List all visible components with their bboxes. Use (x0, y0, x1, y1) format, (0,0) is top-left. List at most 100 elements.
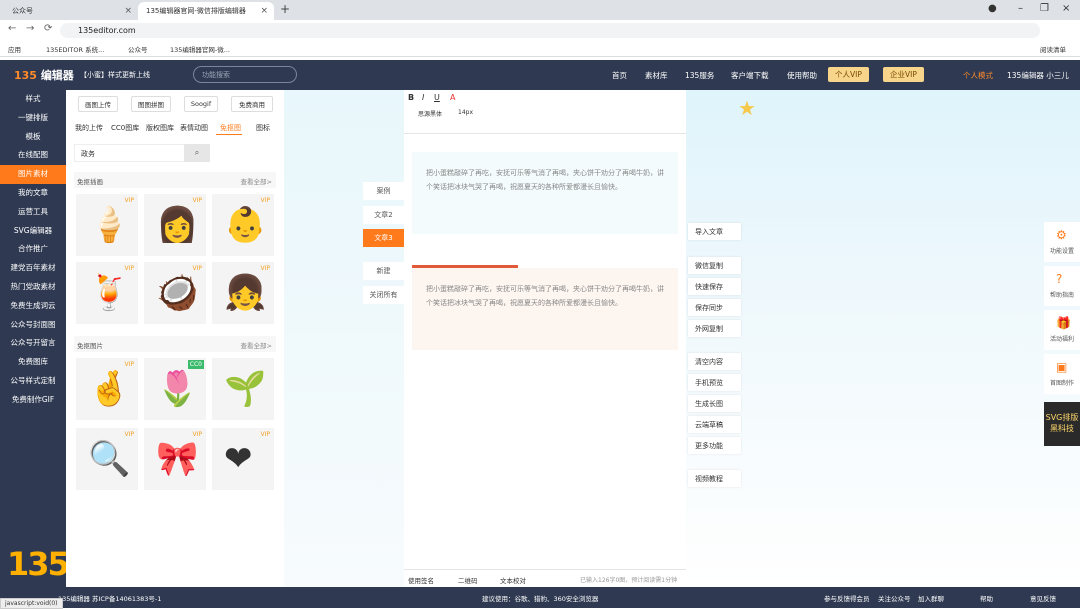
soogif-button[interactable]: Soogif (184, 96, 218, 112)
feature-search-input[interactable]: 功能搜索 (193, 66, 297, 83)
sidebar-item[interactable]: 一键排版 (0, 109, 66, 128)
cover-maker[interactable]: ▣ 首图制作 (1044, 354, 1080, 394)
back-icon[interactable]: ← (8, 23, 16, 34)
search-icon[interactable]: ⌕ (184, 144, 210, 162)
external-copy-button[interactable]: 外网复制 (688, 320, 741, 337)
text-block-2[interactable]: 把小蛋糕敲碎了再吃，安抚可乐等气消了再喝，夹心饼干劝分了再喝牛奶，讲个笑话把冰块… (412, 268, 678, 350)
nav-help[interactable]: 使用帮助 (787, 70, 817, 81)
image-tile[interactable]: 🌷 CC0 (144, 358, 206, 420)
clear-content-button[interactable]: 清空内容 (688, 353, 741, 370)
tab-my-upload[interactable]: 我的上传 (75, 123, 103, 133)
sidebar-item[interactable]: 公号样式定制 (0, 372, 66, 391)
help-guide[interactable]: ? 帮助指南 (1044, 266, 1080, 306)
svg-ad-banner[interactable]: SVG排版 黑科技 (1044, 402, 1080, 446)
more-functions-button[interactable]: 更多功能 (688, 437, 741, 454)
nav-home[interactable]: 首页 (612, 70, 627, 81)
sidebar-item-active[interactable]: 图片素材 (0, 165, 66, 184)
personal-vip-button[interactable]: 个人VIP (828, 67, 869, 82)
sidebar-item[interactable]: 建党百年素材 (0, 259, 66, 278)
help-link[interactable]: 帮助 (980, 593, 993, 603)
close-icon[interactable]: × (260, 6, 268, 16)
activity-welfare[interactable]: 🎁 活动福利 (1044, 310, 1080, 350)
bookmark-apps[interactable]: 应用 (8, 44, 21, 54)
sidebar-item[interactable]: 免费生成词云 (0, 297, 66, 316)
more-link[interactable]: 查看全部> (241, 176, 272, 186)
browser-tab-2[interactable]: 135编辑器官网-微信排版编辑器 × (138, 2, 274, 20)
sidebar-item[interactable]: 运营工具 (0, 203, 66, 222)
sidebar-item[interactable]: 热门党政素材 (0, 278, 66, 297)
close-window-icon[interactable]: × (1062, 3, 1070, 14)
tab-gif[interactable]: 表情动图 (180, 123, 208, 133)
follow-gzh-link[interactable]: 关注公众号 (878, 593, 911, 603)
bold-icon[interactable]: B (408, 93, 414, 102)
bookmark-135site[interactable]: 135编辑器官网-微... (170, 44, 230, 54)
underline-icon[interactable]: U (434, 93, 440, 102)
free-commercial-button[interactable]: 免费商用 (231, 96, 273, 112)
import-article-button[interactable]: 导入文章 (688, 223, 741, 240)
sidebar-item[interactable]: SVG编辑器 (0, 222, 66, 241)
image-tile[interactable]: 🥥 VIP (144, 262, 206, 324)
tab-icons[interactable]: 图标 (256, 123, 270, 133)
image-tile[interactable]: 🔍 VIP (76, 428, 138, 490)
side-tab-article2[interactable]: 文章2 (363, 206, 404, 224)
sidebar-item[interactable]: 公众号封面图 (0, 316, 66, 335)
side-tab-case[interactable]: 案例 (363, 182, 404, 200)
signature-button[interactable]: 使用签名 (408, 575, 434, 585)
image-tile[interactable]: 🍦 VIP (76, 194, 138, 256)
join-group-link[interactable]: 加入群聊 (918, 593, 944, 603)
image-tile[interactable]: 👧 VIP (212, 262, 274, 324)
sidebar-item[interactable]: 公众号开留言 (0, 334, 66, 353)
sidebar-item[interactable]: 免费制作GIF (0, 391, 66, 410)
image-tile[interactable]: 🍹 VIP (76, 262, 138, 324)
wechat-copy-button[interactable]: 微信复制 (688, 257, 741, 274)
maximize-icon[interactable]: ❐ (1040, 3, 1049, 14)
text-block-1[interactable]: 把小蛋糕敲碎了再吃，安抚可乐等气消了再喝，夹心饼干劝分了再喝牛奶，讲个笑话把冰块… (412, 152, 678, 234)
save-sync-button[interactable]: 保存同步 (688, 299, 741, 316)
sidebar-item[interactable]: 模板 (0, 128, 66, 147)
tab-copyright[interactable]: 版权图库 (146, 123, 174, 133)
proofread-button[interactable]: 文本校对 (500, 575, 526, 585)
function-settings[interactable]: ⚙ 功能设置 (1044, 222, 1080, 262)
italic-icon[interactable]: I (422, 93, 424, 102)
image-tile[interactable]: 🌱 (212, 358, 274, 420)
new-tab-icon[interactable]: + (280, 2, 290, 16)
sidebar-item[interactable]: 在线配图 (0, 146, 66, 165)
enterprise-vip-button[interactable]: 企业VIP (883, 67, 924, 82)
url-input[interactable]: 135editor.com (60, 23, 1040, 38)
personal-mode[interactable]: 个人模式 (963, 70, 993, 81)
logo[interactable]: 135 编辑器 (14, 67, 74, 83)
sidebar-item[interactable]: 免费图库 (0, 353, 66, 372)
close-all-button[interactable]: 关闭所有 (363, 286, 404, 304)
bookmark-135editor[interactable]: 135EDITOR 系统... (46, 44, 104, 54)
tab-cutout[interactable]: 免抠图 (220, 123, 241, 133)
new-article-button[interactable]: 新建 (363, 262, 404, 280)
feedback-link[interactable]: 意见反馈 (1030, 593, 1056, 603)
image-tile[interactable]: 👩 VIP (144, 194, 206, 256)
nav-download[interactable]: 客户端下载 (731, 70, 769, 81)
sidebar-item[interactable]: 样式 (0, 90, 66, 109)
side-tab-article3[interactable]: 文章3 (363, 229, 404, 247)
mobile-preview-button[interactable]: 手机预览 (688, 374, 741, 391)
feedback-vip-link[interactable]: 参与反馈得会员 (824, 593, 870, 603)
puzzle-button[interactable]: 图图拼图 (131, 96, 171, 112)
image-tile[interactable]: 🤞 VIP (76, 358, 138, 420)
font-size-select[interactable]: 14px (458, 109, 473, 116)
tab-cc0[interactable]: CC0图库 (111, 123, 139, 133)
browser-tab-1[interactable]: 公众号 × (4, 2, 138, 20)
close-icon[interactable]: × (124, 6, 132, 16)
bookmark-gzh[interactable]: 公众号 (128, 44, 148, 54)
nav-library[interactable]: 素材库 (645, 70, 668, 81)
nav-service[interactable]: 135服务 (685, 70, 714, 81)
more-link[interactable]: 查看全部> (241, 340, 272, 350)
image-tile[interactable]: 👶 VIP (212, 194, 274, 256)
video-tutorial-button[interactable]: 视频教程 (688, 470, 741, 487)
sidebar-item[interactable]: 合作推广 (0, 240, 66, 259)
long-image-button[interactable]: 生成长图 (688, 395, 741, 412)
font-family-select[interactable]: 思源黑体 (418, 109, 442, 118)
cloud-draft-button[interactable]: 云端草稿 (688, 416, 741, 433)
quick-save-button[interactable]: 快速保存 (688, 278, 741, 295)
user-name[interactable]: 135编辑器 小三儿 (1007, 70, 1069, 81)
image-tile[interactable]: 🎀 VIP (144, 428, 206, 490)
font-color-icon[interactable]: A (450, 93, 455, 102)
draw-upload-button[interactable]: 画图上传 (78, 96, 118, 112)
